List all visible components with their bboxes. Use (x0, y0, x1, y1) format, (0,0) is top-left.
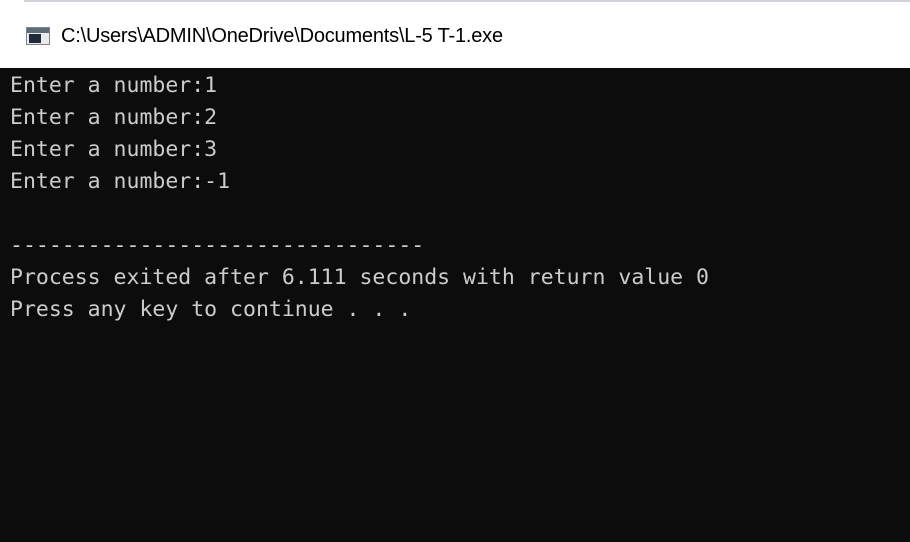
app-icon-bar (27, 28, 49, 33)
console-output[interactable]: Enter a number:1 Enter a number:2 Enter … (10, 70, 910, 542)
window-title: C:\Users\ADMIN\OneDrive\Documents\L-5 T-… (61, 24, 503, 47)
console-line: Enter a number:1 (10, 73, 218, 98)
console-continue-prompt: Press any key to continue . . . (10, 297, 412, 322)
console-exit-status-line: Process exited after 6.111 seconds with … (10, 265, 709, 290)
console-line: Enter a number:2 (10, 105, 218, 130)
console-app-icon[interactable] (26, 27, 50, 45)
console-separator-line: -------------------------------- (10, 233, 425, 258)
app-icon-screen (29, 34, 41, 43)
console-line: Enter a number:3 (10, 137, 218, 162)
window-top-border (24, 0, 910, 2)
title-bar[interactable]: C:\Users\ADMIN\OneDrive\Documents\L-5 T-… (0, 4, 910, 68)
console-window[interactable]: C:\Users\ADMIN\OneDrive\Documents\L-5 T-… (0, 0, 910, 542)
console-line: Enter a number:-1 (10, 169, 231, 194)
